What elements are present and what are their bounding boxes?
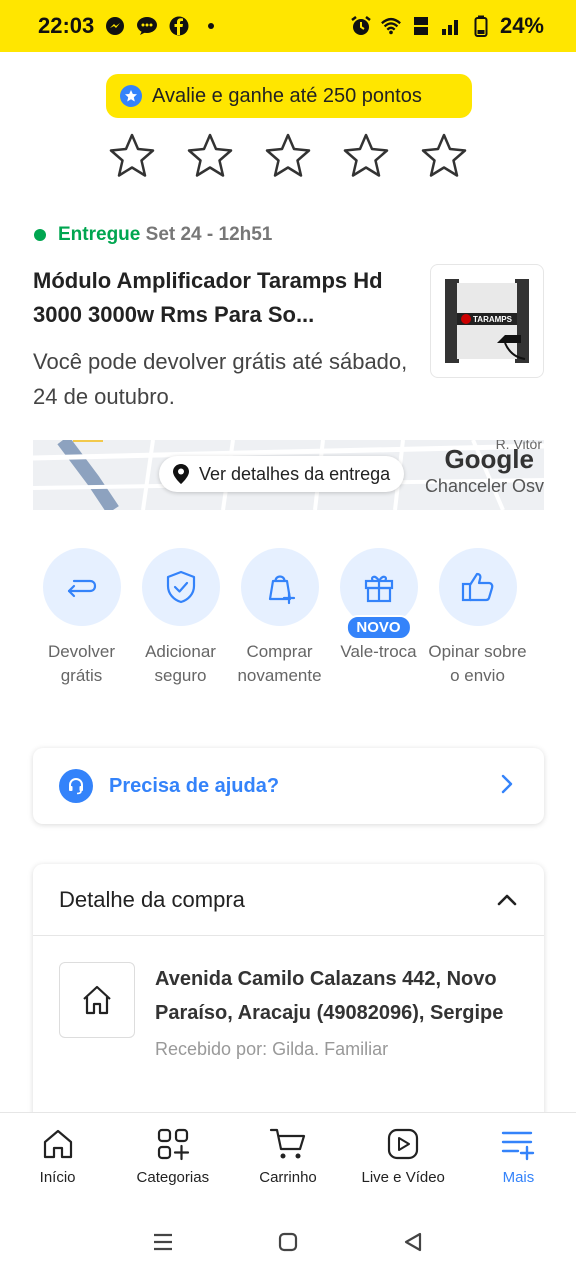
star-2-icon[interactable] bbox=[186, 132, 234, 180]
order-actions: Devolver grátis Adicionar seguro Comprar… bbox=[32, 548, 527, 688]
address-row: Avenida Camilo Calazans 442, Novo Paraís… bbox=[59, 962, 525, 1066]
rating-reward-banner: Avalie e ganhe até 250 pontos bbox=[106, 74, 472, 118]
tab-label: Carrinho bbox=[259, 1169, 317, 1186]
volte-icon bbox=[410, 15, 432, 37]
video-icon bbox=[388, 1128, 419, 1160]
help-card[interactable]: Precisa de ajuda? bbox=[33, 748, 544, 824]
home-icon-box bbox=[59, 962, 135, 1038]
status-time: 22:03 bbox=[38, 13, 95, 38]
home-icon bbox=[43, 1129, 72, 1159]
back-triangle-icon[interactable] bbox=[401, 1230, 425, 1254]
amplifier-image: TARAMPS bbox=[445, 279, 529, 363]
chat-icon bbox=[136, 15, 158, 37]
delivery-details-label: Ver detalhes da entrega bbox=[199, 463, 391, 484]
status-label: Entregue bbox=[58, 224, 141, 245]
map-street-label: Chanceler Osv bbox=[424, 476, 544, 496]
tab-categories[interactable]: Categorias bbox=[115, 1113, 230, 1204]
status-date: Set 24 - 12h51 bbox=[145, 224, 273, 245]
rating-banner-text: Avalie e ganhe até 250 pontos bbox=[152, 84, 422, 107]
action-label: Comprar novamente bbox=[237, 642, 322, 685]
new-badge: NOVO bbox=[345, 615, 412, 640]
delivery-status: Entregue Set 24 - 12h51 bbox=[34, 224, 272, 246]
gift-icon bbox=[364, 575, 393, 603]
bag-plus-icon bbox=[268, 575, 295, 605]
tab-label: Live e Vídeo bbox=[361, 1169, 445, 1186]
action-shipping-feedback[interactable]: Opinar sobre o envio bbox=[428, 548, 527, 688]
recents-menu-icon[interactable] bbox=[151, 1231, 175, 1253]
messenger-icon bbox=[104, 15, 126, 37]
menu-plus-icon bbox=[502, 1131, 535, 1161]
action-insurance[interactable]: Adicionar seguro bbox=[131, 548, 230, 688]
product-brand: TARAMPS bbox=[473, 315, 513, 324]
help-label: Precisa de ajuda? bbox=[109, 774, 280, 797]
battery-icon bbox=[470, 15, 492, 37]
categories-icon bbox=[157, 1128, 189, 1161]
wifi-icon bbox=[380, 15, 402, 37]
tab-home[interactable]: Início bbox=[0, 1113, 115, 1204]
action-return[interactable]: Devolver grátis bbox=[32, 548, 131, 688]
chevron-up-icon[interactable] bbox=[496, 887, 518, 913]
home-square-icon[interactable] bbox=[276, 1230, 300, 1254]
system-nav-bar bbox=[0, 1204, 576, 1280]
purchase-detail-header[interactable]: Detalhe da compra bbox=[33, 864, 544, 936]
google-logo: Google bbox=[444, 444, 534, 474]
delivery-details-button[interactable]: Ver detalhes da entrega bbox=[159, 456, 405, 492]
product-image[interactable]: TARAMPS bbox=[430, 264, 544, 378]
star-1-icon[interactable] bbox=[108, 132, 156, 180]
order-detail-page: Avalie e ganhe até 250 pontos Entregue S… bbox=[0, 52, 576, 1112]
cart-icon bbox=[269, 1128, 306, 1159]
tab-label: Categorias bbox=[136, 1169, 210, 1186]
tab-label: Início bbox=[39, 1169, 76, 1186]
action-label: Adicionar seguro bbox=[145, 642, 216, 685]
action-gift-voucher[interactable]: NOVO Vale-troca bbox=[329, 548, 428, 688]
tab-cart[interactable]: Carrinho bbox=[230, 1113, 345, 1204]
star-4-icon[interactable] bbox=[342, 132, 390, 180]
alarm-icon bbox=[350, 15, 372, 37]
bottom-tab-bar: Início Categorias Carrinho Live e Vídeo … bbox=[0, 1112, 576, 1204]
tab-label: Mais bbox=[502, 1169, 535, 1186]
status-bar: 22:03 24% bbox=[0, 0, 576, 52]
delivery-map[interactable]: R. Vitór Google Chanceler Osv Ver detalh… bbox=[33, 440, 544, 510]
location-pin-icon bbox=[173, 464, 189, 484]
star-5-icon[interactable] bbox=[420, 132, 468, 180]
delivery-address: Avenida Camilo Calazans 442, Novo Paraís… bbox=[155, 968, 504, 1024]
chevron-right-icon bbox=[500, 773, 514, 800]
purchase-detail-card: Detalhe da compra Avenida Camilo Calazan… bbox=[33, 864, 544, 1112]
action-label: Vale-troca bbox=[340, 642, 417, 661]
tab-live-video[interactable]: Live e Vídeo bbox=[346, 1113, 461, 1204]
return-note: Você pode devolver grátis até sábado, 24… bbox=[33, 349, 408, 409]
received-by: Recebido por: Gilda. Familiar bbox=[155, 1039, 389, 1059]
status-dot-icon bbox=[34, 229, 46, 241]
signal-icon bbox=[440, 15, 462, 37]
action-label: Opinar sobre o envio bbox=[428, 642, 527, 685]
battery-percent: 24% bbox=[499, 13, 544, 38]
product-title[interactable]: Módulo Amplificador Taramps Hd 3000 3000… bbox=[33, 264, 413, 332]
dot-icon bbox=[200, 15, 222, 37]
tab-more[interactable]: Mais bbox=[461, 1113, 576, 1204]
headset-icon bbox=[59, 769, 93, 803]
points-badge-icon bbox=[120, 85, 142, 107]
star-3-icon[interactable] bbox=[264, 132, 312, 180]
return-icon bbox=[67, 579, 96, 598]
shield-check-icon bbox=[166, 570, 195, 604]
rating-stars[interactable] bbox=[108, 132, 468, 180]
purchase-detail-title: Detalhe da compra bbox=[59, 886, 245, 912]
house-icon bbox=[83, 985, 111, 1015]
thumbs-up-icon bbox=[461, 572, 493, 602]
action-label: Devolver grátis bbox=[47, 642, 116, 685]
action-buy-again[interactable]: Comprar novamente bbox=[230, 548, 329, 688]
facebook-icon bbox=[168, 15, 190, 37]
